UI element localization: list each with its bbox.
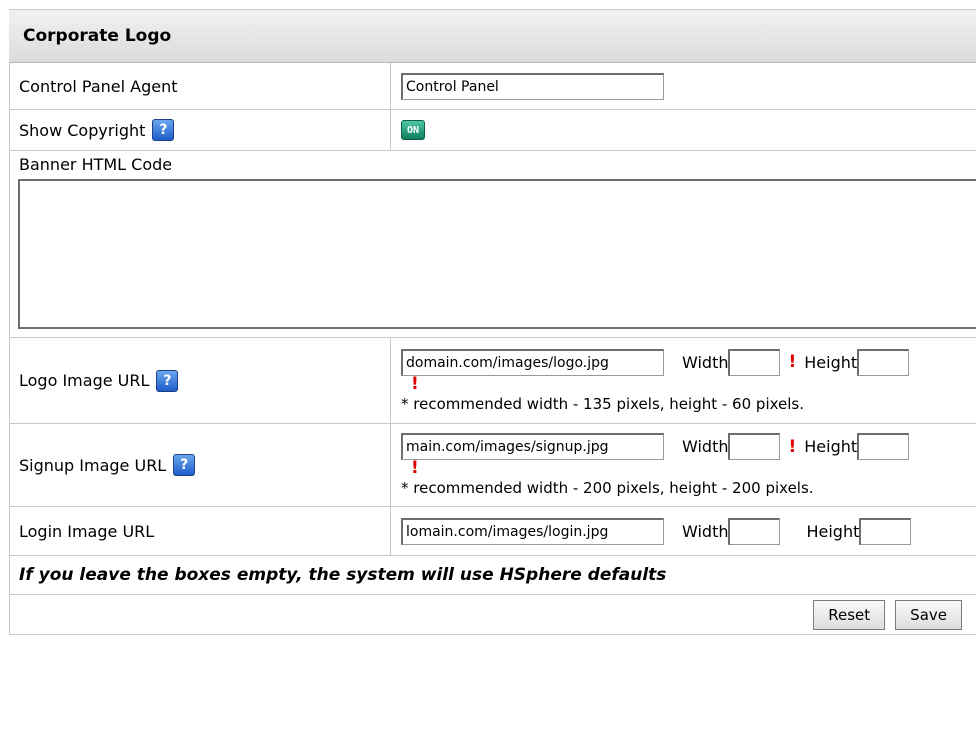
help-icon[interactable]: ? bbox=[152, 119, 175, 141]
required-mark: ! bbox=[788, 436, 797, 457]
agent-label: Control Panel Agent bbox=[10, 63, 391, 109]
help-icon[interactable]: ? bbox=[156, 369, 179, 392]
copyright-label: Show Copyright bbox=[19, 120, 146, 140]
save-button[interactable]: Save bbox=[895, 599, 962, 630]
signup-width-input[interactable] bbox=[728, 433, 781, 460]
signup-height-input[interactable] bbox=[857, 433, 910, 460]
login-width-input[interactable] bbox=[728, 517, 781, 545]
help-icon[interactable]: ? bbox=[173, 454, 196, 476]
required-mark: ! bbox=[411, 458, 419, 478]
login-label: Login Image URL bbox=[10, 507, 391, 555]
logo-width-label: Width bbox=[682, 352, 729, 372]
banner-row: Banner HTML Code bbox=[9, 151, 976, 338]
logo-label: Logo Image URL bbox=[19, 371, 150, 390]
banner-label: Banner HTML Code bbox=[19, 155, 173, 174]
logo-row: Logo Image URL ? domain.com/images/logo.… bbox=[9, 338, 976, 424]
signup-note: * recommended width - 200 pixels, height… bbox=[401, 479, 814, 497]
reset-button[interactable]: Reset bbox=[813, 599, 886, 630]
logo-note: * recommended width - 135 pixels, height… bbox=[401, 394, 805, 413]
login-height-input[interactable] bbox=[859, 517, 912, 545]
logo-width-input[interactable] bbox=[728, 348, 781, 376]
agent-row: Control Panel Agent Control Panel bbox=[9, 63, 976, 110]
copyright-row: Show Copyright ? ON bbox=[9, 110, 976, 151]
login-url-input[interactable]: lomain.com/images/login.jpg bbox=[401, 517, 664, 545]
copyright-toggle[interactable]: ON bbox=[401, 120, 425, 140]
login-height-label: Height bbox=[806, 521, 860, 541]
banner-textarea[interactable] bbox=[18, 179, 976, 329]
login-width-label: Width bbox=[682, 521, 729, 541]
login-row: Login Image URL lomain.com/images/login.… bbox=[9, 507, 976, 556]
corporate-logo-panel: Corporate Logo Control Panel Agent Contr… bbox=[9, 9, 976, 635]
logo-height-label: Height bbox=[804, 352, 858, 372]
signup-label: Signup Image URL bbox=[19, 455, 167, 475]
defaults-note-row: If you leave the boxes empty, the system… bbox=[9, 556, 976, 595]
signup-width-label: Width bbox=[682, 437, 729, 456]
required-mark: ! bbox=[411, 373, 419, 394]
signup-height-label: Height bbox=[804, 437, 858, 456]
section-title: Corporate Logo bbox=[9, 10, 976, 63]
logo-url-input[interactable]: domain.com/images/logo.jpg bbox=[401, 348, 664, 376]
button-row: Reset Save bbox=[9, 595, 976, 635]
signup-row: Signup Image URL ? main.com/images/signu… bbox=[9, 424, 976, 507]
agent-input[interactable]: Control Panel bbox=[401, 72, 664, 100]
required-mark: ! bbox=[788, 352, 797, 372]
signup-url-input[interactable]: main.com/images/signup.jpg bbox=[401, 433, 664, 460]
logo-height-input[interactable] bbox=[857, 348, 910, 376]
defaults-note: If you leave the boxes empty, the system… bbox=[19, 565, 667, 585]
